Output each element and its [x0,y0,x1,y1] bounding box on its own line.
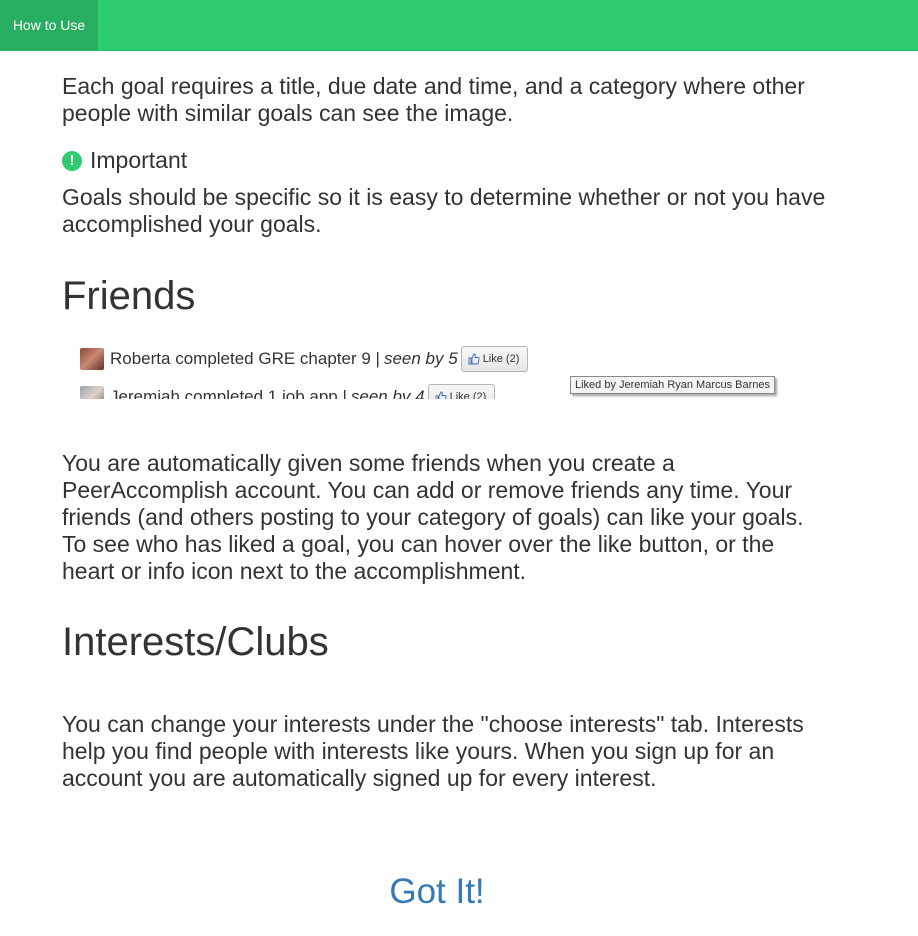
friends-heading: Friends [62,274,196,318]
avatar [80,348,104,370]
feed-item-text: Jeremiah completed 1 job app | [110,387,347,399]
important-text: Goals should be specific so it is easy t… [62,184,826,237]
exclamation-circle-icon: ! [62,150,82,171]
feed-item: Jeremiah completed 1 job app | seen by 4… [80,384,496,399]
friends-description: You are automatically given some friends… [62,450,804,584]
important-label: Important [90,147,188,173]
thumbs-up-icon [435,391,447,399]
like-button-label: Like (2) [482,353,520,365]
feed-item-seen: seen by 4 [350,387,425,399]
friends-feed-preview: Roberta completed GRE chapter 9 | seen b… [80,340,780,399]
important-note: ! Important [62,147,187,174]
feed-item: Roberta completed GRE chapter 9 | seen b… [80,346,529,372]
like-button-label: Like (2) [449,391,487,399]
goal-requirements-text: Each goal requires a title, due date and… [62,73,805,126]
liked-by-tooltip: Liked by Jeremiah Ryan Marcus Barnes [570,376,776,394]
top-navbar: How to Use [0,0,918,51]
like-button[interactable]: Like (2) [427,384,496,399]
interests-description: You can change your interests under the … [62,711,804,791]
like-button[interactable]: Like (2) [460,346,529,372]
avatar [80,386,104,399]
tab-how-to-use[interactable]: How to Use [0,0,98,50]
got-it-button[interactable]: Got It! [62,872,812,912]
feed-item-text: Roberta completed GRE chapter 9 | [110,349,380,368]
interests-heading: Interests/Clubs [62,620,329,664]
feed-item-seen: seen by 5 [383,349,458,368]
thumbs-up-icon [468,353,480,365]
